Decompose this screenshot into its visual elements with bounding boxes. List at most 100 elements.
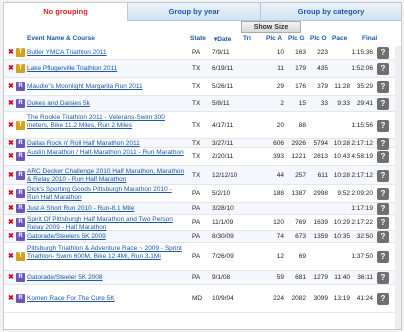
state-cell: TX [192, 153, 201, 160]
plc-o-cell: 1639 [313, 219, 328, 226]
date-cell: 4/17/11 [212, 122, 234, 129]
state-cell: PA [192, 205, 201, 212]
event-link[interactable]: ARC Decker Challenge 2010 Half Marathon,… [27, 168, 185, 184]
plc-o-cell: 1359 [313, 233, 328, 240]
date-cell: 6/19/11 [212, 65, 234, 72]
delete-icon[interactable]: ✖ [8, 99, 14, 107]
event-link[interactable]: Maudie"s Moonlight Margarita Run 2011 [27, 83, 185, 91]
help-icon[interactable]: ? [377, 203, 389, 215]
run-type-icon: R [16, 294, 25, 303]
event-link[interactable]: Lake Pflugerville Triathlon 2011 [27, 65, 185, 73]
event-link[interactable]: Gatorade/Steeler 5K 2008 [27, 274, 185, 282]
date-cell: 12/12/10 [212, 172, 238, 179]
run-type-icon: R [16, 152, 25, 161]
plc-g-cell: 163 [295, 49, 306, 56]
date-cell: 5/8/11 [212, 100, 230, 107]
tab-group-by-category[interactable]: Group by category [260, 3, 401, 21]
help-icon[interactable]: ? [377, 98, 389, 110]
tab-group-by-year[interactable]: Group by year [127, 3, 260, 21]
tab-no-grouping[interactable]: No grouping [4, 3, 127, 21]
help-icon[interactable]: ? [377, 81, 389, 93]
date-cell: 8/30/09 [212, 233, 234, 240]
final-time-cell: 2:17:12 [351, 172, 373, 179]
final-time-cell: 1:17:19 [351, 205, 373, 212]
run-type-icon: R [16, 218, 25, 227]
final-time-cell: 4:58:19 [351, 153, 373, 160]
event-link[interactable]: Pittsburgh Triathlon & Adventure Race ~ … [27, 245, 185, 261]
header-time[interactable]: Tri [243, 35, 251, 42]
table-row: ✖ R Komen Race For The Cure 5K MD 10/9/04 224… [4, 285, 401, 313]
help-icon[interactable]: ? [377, 151, 389, 163]
state-cell: TX [192, 140, 201, 147]
plc-g-cell: 15 [298, 100, 306, 107]
plc-a-cell: 606 [273, 140, 284, 147]
run-type-icon: R [16, 204, 25, 213]
event-link[interactable]: Dick's Sporting Goods Pittsburgh Maratho… [27, 186, 185, 202]
header-pace[interactable]: Pace [332, 35, 347, 42]
delete-icon[interactable]: ✖ [8, 252, 14, 260]
header-event[interactable]: Event Name & Course [27, 35, 95, 42]
table-row: ✖ R Gatorade/Steelers 5K 2009 PA 8/30/09 74 67… [4, 231, 401, 243]
date-cell: 5/2/10 [212, 190, 231, 197]
scrollbar[interactable] [395, 46, 401, 329]
event-link[interactable]: The Rookie Triathlon 2011 - Veterans-Swi… [27, 114, 185, 130]
header-date[interactable]: ▾Date [214, 35, 231, 43]
results-panel: No grouping Group by year Group by categ… [3, 2, 402, 330]
show-size-button[interactable]: Show Size [241, 21, 301, 33]
state-cell: PA [192, 190, 201, 197]
help-icon[interactable]: ? [377, 63, 389, 75]
plc-a-cell: 29 [276, 83, 284, 90]
plc-g-cell: 681 [295, 274, 306, 281]
help-icon[interactable]: ? [377, 47, 389, 59]
help-icon[interactable]: ? [377, 217, 389, 229]
run-type-icon: R [16, 171, 25, 180]
delete-icon[interactable]: ✖ [8, 294, 14, 302]
header-plc-o[interactable]: Plc O [310, 35, 327, 42]
header-state[interactable]: State [190, 35, 206, 42]
event-link[interactable]: Just A Short Run 2010 - Run-8.1 Mile [27, 205, 185, 213]
delete-icon[interactable]: ✖ [8, 189, 14, 197]
delete-icon[interactable]: ✖ [8, 273, 14, 281]
help-icon[interactable]: ? [377, 120, 389, 132]
event-link[interactable]: Komen Race For The Cure 5K [27, 295, 185, 303]
delete-icon[interactable]: ✖ [8, 82, 14, 90]
header-plc-g[interactable]: Plc G [288, 35, 305, 42]
plc-g-cell: 176 [295, 83, 306, 90]
delete-icon[interactable]: ✖ [8, 64, 14, 72]
help-icon[interactable]: ? [377, 231, 389, 243]
plc-o-cell: 5794 [313, 140, 328, 147]
table-row: ✖ R Spirit Of Pittsburgh Half Marathon and… [4, 215, 401, 231]
delete-icon[interactable]: ✖ [8, 139, 14, 147]
event-link[interactable]: Butler YMCA Triathlon 2011 [27, 49, 185, 57]
delete-icon[interactable]: ✖ [8, 152, 14, 160]
table-row: ✖ T Butler YMCA Triathlon 2011 PA 7/9/11 10 16… [4, 46, 401, 60]
plc-g-cell: 2082 [291, 295, 306, 302]
date-cell: 11/1/09 [212, 219, 234, 226]
state-cell: TX [192, 172, 201, 179]
state-cell: PA [192, 49, 201, 56]
event-link[interactable]: Austin Marathon / Half-Marathon 2011 - R… [27, 149, 185, 157]
delete-icon[interactable]: ✖ [8, 48, 14, 56]
final-time-cell: 1:52:06 [351, 65, 373, 72]
header-final[interactable]: Final [362, 35, 377, 42]
delete-icon[interactable]: ✖ [8, 171, 14, 179]
date-cell: 7/26/09 [212, 253, 234, 260]
event-link[interactable]: Spirit Of Pittsburgh Half Marathon and T… [27, 216, 185, 232]
event-link[interactable]: Dukes and Daisies 5k [27, 100, 185, 108]
help-icon[interactable]: ? [377, 251, 389, 263]
delete-icon[interactable]: ✖ [8, 204, 14, 212]
help-icon[interactable]: ? [377, 272, 389, 284]
help-icon[interactable]: ? [377, 293, 389, 305]
help-icon[interactable]: ? [377, 188, 389, 200]
delete-icon[interactable]: ✖ [8, 218, 14, 226]
table-row: ✖ R ARC Decker Challenge 2010 Half Maratho… [4, 166, 401, 185]
plc-a-cell: 2 [280, 100, 284, 107]
header-plc-a[interactable]: Plc A [266, 35, 282, 42]
delete-icon[interactable]: ✖ [8, 121, 14, 129]
event-link[interactable]: Gatorade/Steelers 5K 2009 [27, 233, 185, 241]
date-cell: 3/27/11 [212, 140, 234, 147]
help-icon[interactable]: ? [377, 170, 389, 182]
table-row: ✖ T Pittsburgh Triathlon & Adventure Race … [4, 243, 401, 271]
delete-icon[interactable]: ✖ [8, 232, 14, 240]
event-link[interactable]: Dallas Rock n' Roll Half Marathon 2011 [27, 140, 185, 148]
